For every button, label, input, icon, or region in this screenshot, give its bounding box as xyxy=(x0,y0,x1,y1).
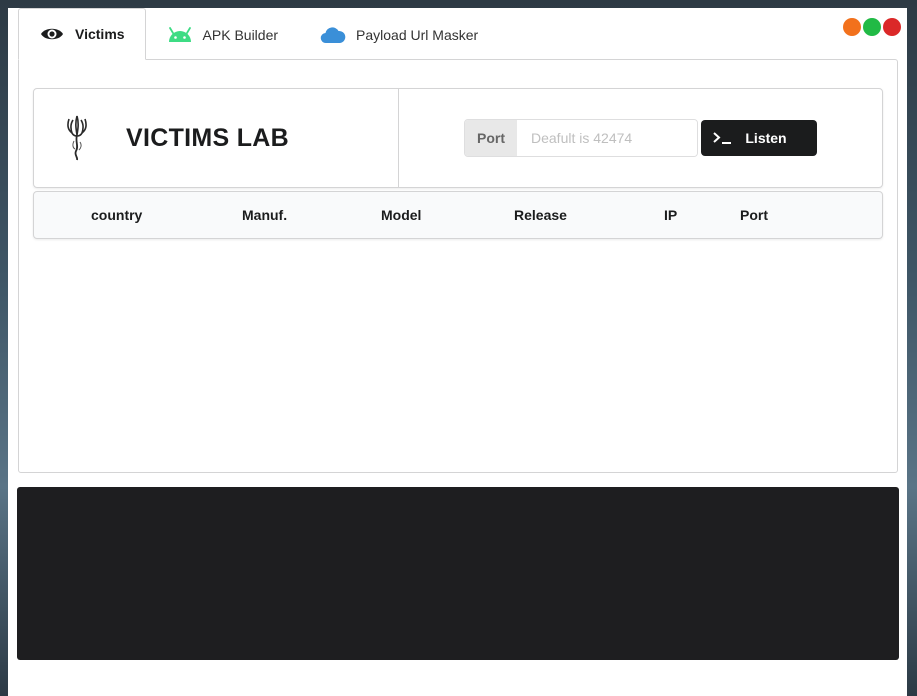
port-input-group: Port xyxy=(464,119,698,157)
column-header-release[interactable]: Release xyxy=(514,192,567,238)
terminal-icon xyxy=(707,131,737,145)
tab-payload-url-masker-label: Payload Url Masker xyxy=(356,26,479,43)
lab-title: VICTIMS LAB xyxy=(126,123,290,152)
listener-controls: Port Listen xyxy=(399,89,882,187)
lab-brand: VICTIMS LAB xyxy=(34,89,399,187)
column-header-ip[interactable]: IP xyxy=(664,192,677,238)
column-header-port[interactable]: Port xyxy=(740,192,768,238)
tab-apk-builder-label: APK Builder xyxy=(202,26,279,43)
column-header-model[interactable]: Model xyxy=(381,192,421,238)
listen-button[interactable]: Listen xyxy=(701,120,817,156)
tab-payload-url-masker[interactable]: Payload Url Masker xyxy=(299,8,499,60)
eye-icon xyxy=(39,24,65,44)
port-input[interactable] xyxy=(517,120,697,156)
android-icon xyxy=(167,25,193,45)
tab-victims[interactable]: Victims xyxy=(18,8,146,60)
port-label: Port xyxy=(465,120,517,156)
app-window: Victims APK Builder Payload Url Masker V… xyxy=(8,8,907,696)
log-console[interactable] xyxy=(17,487,899,660)
close-button[interactable] xyxy=(883,18,901,36)
cloud-icon xyxy=(320,25,346,45)
maximize-button[interactable] xyxy=(863,18,881,36)
minimize-button[interactable] xyxy=(843,18,861,36)
victims-table-header: country Manuf. Model Release IP Port xyxy=(33,191,883,239)
victims-lab-header: VICTIMS LAB Port Listen xyxy=(33,88,883,188)
column-header-manufacturer[interactable]: Manuf. xyxy=(242,192,287,238)
tab-victims-label: Victims xyxy=(75,26,125,42)
victims-panel: VICTIMS LAB Port Listen xyxy=(18,59,898,473)
tab-bar: Victims APK Builder Payload Url Masker xyxy=(18,8,499,60)
trident-logo-icon xyxy=(67,115,87,161)
window-controls xyxy=(843,18,901,36)
tab-apk-builder[interactable]: APK Builder xyxy=(146,8,299,60)
column-header-country[interactable]: country xyxy=(91,192,142,238)
listen-label: Listen xyxy=(745,130,787,146)
